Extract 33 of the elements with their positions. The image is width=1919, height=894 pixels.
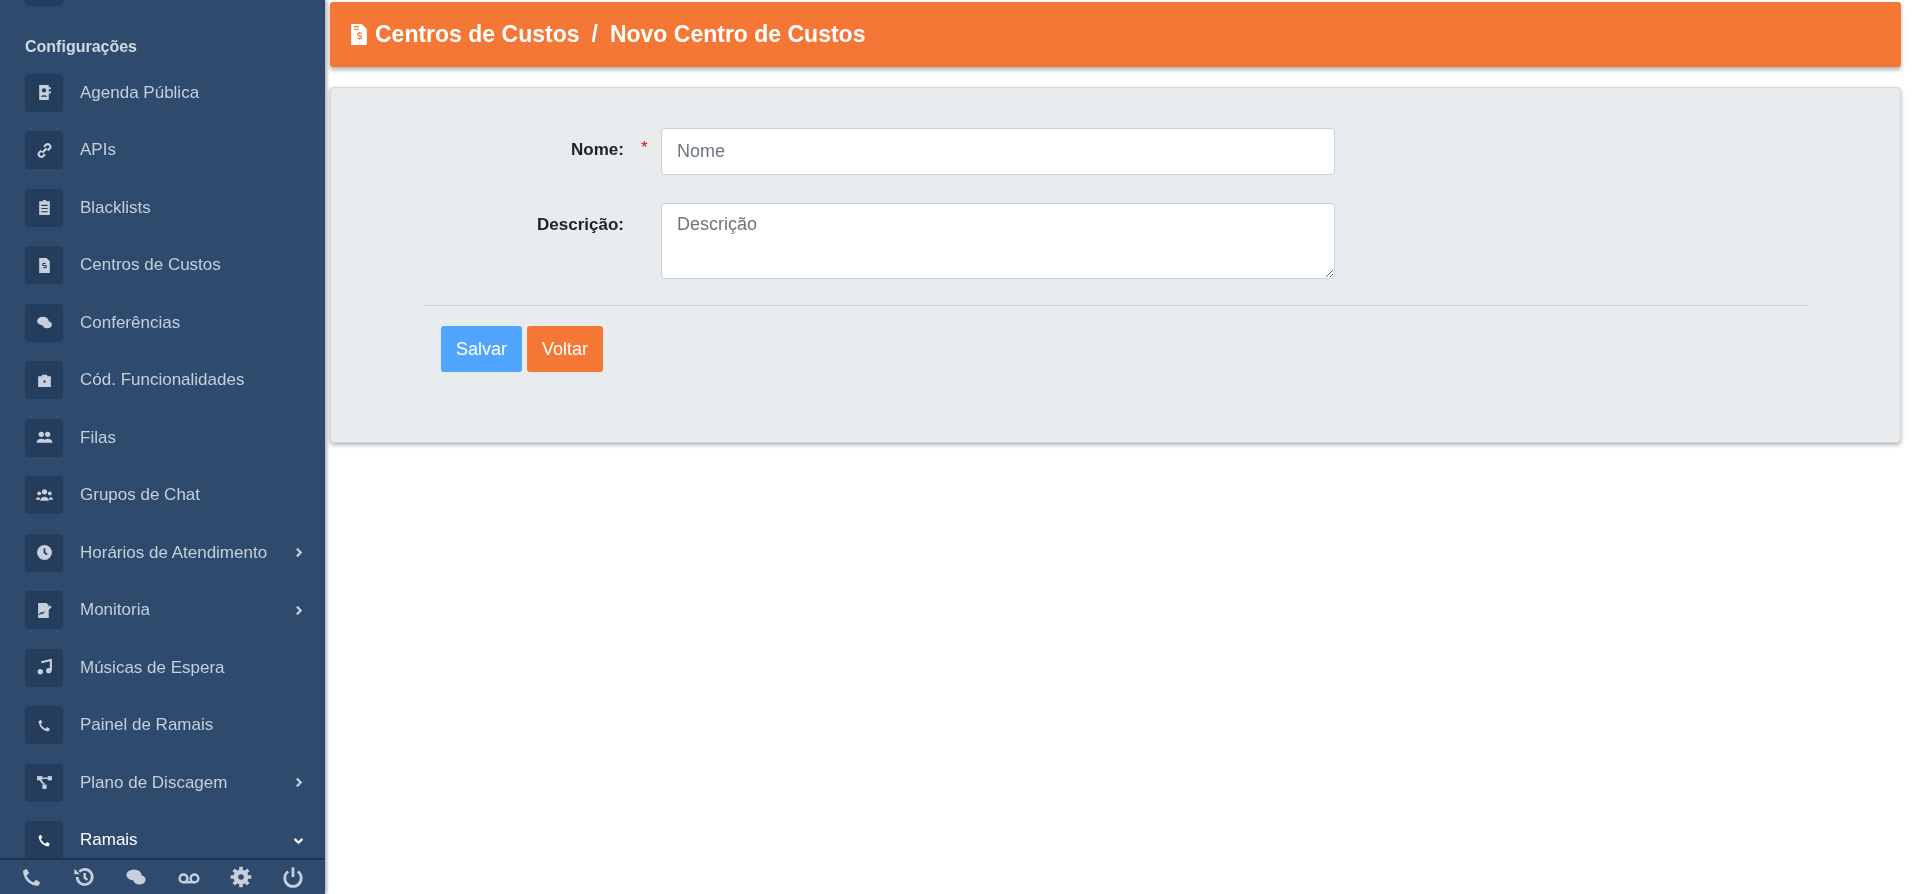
- sidebar-item[interactable]: Grupos de Chat: [25, 466, 325, 524]
- section-title: Configurações: [25, 38, 138, 56]
- sidebar-item[interactable]: Horários de Atendimento: [25, 524, 325, 582]
- sidebar-item[interactable]: Agenda Pública: [25, 64, 325, 122]
- sidebar-item[interactable]: Painel de Ramais: [25, 696, 325, 754]
- required-mark: *: [641, 138, 648, 157]
- signature-icon: [35, 601, 53, 619]
- sidebar-item[interactable]: Conferências: [25, 294, 325, 352]
- sidebar-item[interactable]: Plano de Discagem: [25, 754, 325, 812]
- field-label: Descrição:: [536, 214, 624, 235]
- sitemap-icon: [35, 774, 53, 792]
- sidebar-item[interactable]: Blacklists: [25, 179, 325, 237]
- sidebar-item[interactable]: Filas: [25, 409, 325, 467]
- file-dollar-icon: [351, 24, 367, 45]
- link-icon: [35, 141, 53, 159]
- history-icon[interactable]: [73, 866, 96, 888]
- chat-bubbles-icon[interactable]: [125, 866, 148, 888]
- power-icon[interactable]: [281, 866, 304, 888]
- sidebar-item[interactable]: APIs: [25, 121, 325, 179]
- clock-icon: [35, 544, 53, 562]
- breadcrumb-separator: /: [591, 21, 598, 48]
- settings-icon[interactable]: [229, 866, 252, 888]
- sidebar-item[interactable]: Cód. Funcionalidades: [25, 351, 325, 409]
- field-label: Nome:: [570, 139, 624, 160]
- page-title: Novo Centro de Custos: [609, 21, 866, 48]
- sidebar-item[interactable]: Ramais: [25, 811, 325, 858]
- group-icon: [35, 486, 53, 504]
- sidebar-item[interactable]: Centros de Custos: [25, 236, 325, 294]
- sidebar-item[interactable]: Músicas de Espera: [25, 639, 325, 697]
- name-field[interactable]: Nome: [661, 128, 1335, 175]
- music-note-icon: [35, 659, 53, 677]
- sidebar-item[interactable]: Monitoria: [25, 581, 325, 639]
- description-field[interactable]: Descrição: [661, 203, 1335, 279]
